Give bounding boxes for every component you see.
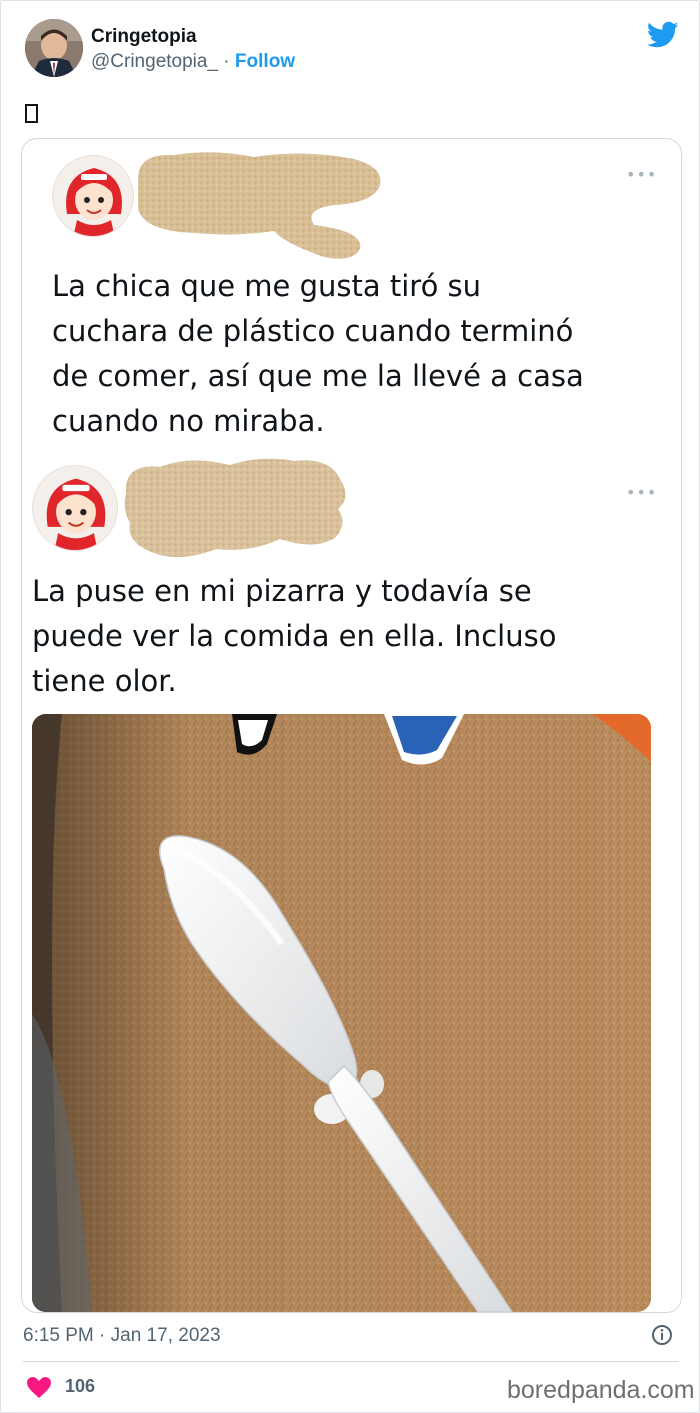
author-avatar[interactable] [25,19,83,77]
quoted-tweet-1-text: La chica que me gusta tiró su cuchara de… [52,264,584,444]
quoted-2-line: tiene olor. [32,664,177,698]
source-watermark: boredpanda.com [507,1376,695,1404]
quoted-avatar-1 [52,155,134,237]
blurred-name-1 [138,152,381,259]
embedded-tweet: Cringetopia @Cringetopia_ · Follow ••• L… [0,0,700,1413]
author-handle[interactable]: @Cringetopia_ [91,51,218,72]
quoted-tweet-2-text: La puse en mi pizarra y todavía se puede… [32,569,556,704]
quoted-image-card[interactable]: ••• La chica que me gusta tiró su cuchar… [21,138,682,1313]
quoted-1-line: cuchara de plástico cuando terminó [52,314,574,348]
spoon-photo[interactable] [32,714,651,1312]
heart-icon[interactable] [27,1377,51,1399]
like-count[interactable]: 106 [65,1376,95,1397]
quoted-2-line: La puse en mi pizarra y todavía se [32,574,532,608]
more-icon[interactable]: ••• [626,483,657,502]
follow-button[interactable]: Follow [235,51,295,72]
info-icon[interactable] [651,1324,673,1346]
quoted-1-line: cuando no miraba. [52,404,325,438]
author-display-name[interactable]: Cringetopia [91,26,197,48]
tweet-timestamp[interactable]: 6:15 PM · Jan 17, 2023 [23,1325,221,1347]
twitter-bird-icon[interactable] [646,21,679,49]
author-handle-row: @Cringetopia_ · Follow [91,51,295,73]
quoted-avatar-2 [32,465,118,551]
footer-divider [23,1361,679,1362]
quoted-2-line: puede ver la comida en ella. Incluso [32,619,557,653]
quoted-1-line: La chica que me gusta tiró su [52,269,482,303]
more-icon[interactable]: ••• [626,165,657,184]
tweet-text-glyph [25,104,38,123]
handle-separator: · [218,51,235,72]
blurred-name-2 [124,458,346,558]
quoted-1-line: de comer, así que me la llevé a casa [52,359,584,393]
